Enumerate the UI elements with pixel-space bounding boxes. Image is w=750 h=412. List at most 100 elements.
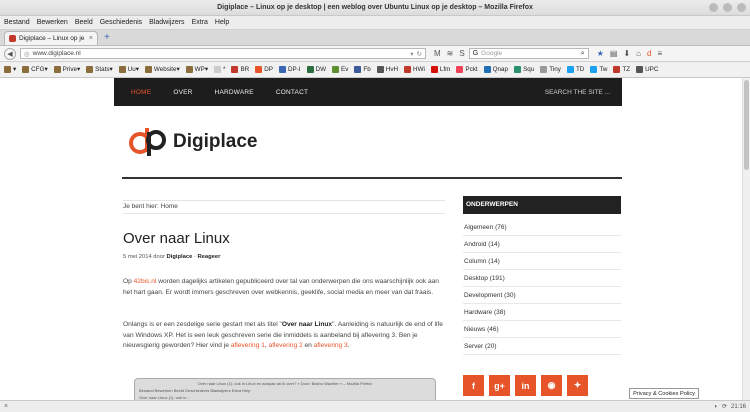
- nav-contact[interactable]: CONTACT: [276, 89, 308, 96]
- bookmark-item[interactable]: Tw: [590, 66, 607, 73]
- sidebar-category-link[interactable]: Android (14): [464, 241, 622, 248]
- bookmark-item[interactable]: Fb: [354, 66, 371, 73]
- new-tab-button[interactable]: +: [101, 31, 113, 45]
- nav-over[interactable]: OVER: [173, 89, 192, 96]
- sidebar-category-link[interactable]: Hardware (38): [464, 309, 622, 316]
- back-icon[interactable]: ◀: [4, 47, 16, 60]
- google-plus-icon[interactable]: g+: [489, 375, 510, 396]
- bookmark-item[interactable]: ▾: [4, 66, 16, 73]
- link-aflevering-1[interactable]: aflevering 1: [231, 342, 265, 349]
- digiplace-icon[interactable]: d: [647, 49, 651, 58]
- close-findbar-icon[interactable]: ×: [4, 403, 8, 410]
- link-aflevering-2[interactable]: aflevering 2: [269, 342, 303, 349]
- reload-icon[interactable]: ↻: [417, 50, 422, 58]
- sidebar-title: ONDERWERPEN: [463, 196, 621, 214]
- header-divider: [122, 177, 622, 179]
- scrollbar-thumb[interactable]: [744, 80, 749, 170]
- bookmark-item[interactable]: Uu▾: [118, 66, 139, 73]
- bookmark-icon: [332, 66, 340, 73]
- sidebar-category-link[interactable]: Development (30): [464, 292, 622, 299]
- bookmark-icon: [613, 66, 621, 73]
- rss-icon[interactable]: ◉: [541, 375, 562, 396]
- bookmark-item[interactable]: WP▾: [185, 66, 208, 73]
- maximize-button[interactable]: [723, 3, 732, 12]
- cookie-policy-button[interactable]: Privacy & Cookies Policy: [629, 388, 699, 399]
- bookmark-icon: [53, 66, 61, 73]
- menu-geschiedenis[interactable]: Geschiedenis: [100, 19, 142, 26]
- bookmark-item[interactable]: HvH: [376, 66, 398, 73]
- sidebar-category-link[interactable]: Desktop (191): [464, 275, 622, 282]
- post-title[interactable]: Over naar Linux: [123, 230, 230, 247]
- search-bar[interactable]: G Google ⌕: [468, 48, 589, 59]
- bookmark-label: Lfm: [439, 66, 451, 73]
- site-logo[interactable]: Digiplace: [129, 126, 257, 158]
- gmail-icon[interactable]: M: [434, 49, 441, 58]
- home-icon[interactable]: ⌂: [636, 49, 641, 58]
- bookmark-icon: [566, 66, 574, 73]
- url-bar[interactable]: ◎ www.digiplace.nl ▾ ↻: [20, 48, 426, 59]
- bookmark-item[interactable]: Stats▾: [86, 66, 113, 73]
- bookmarks-menu-icon[interactable]: ▤: [610, 49, 618, 58]
- logo-mark-icon: [129, 128, 166, 156]
- site-search-input[interactable]: SEARCH THE SITE ...: [545, 89, 610, 96]
- menu-help[interactable]: Help: [215, 19, 229, 26]
- post-author[interactable]: Digiplace: [167, 254, 193, 260]
- sidebar-category-link[interactable]: Algemeen (76): [464, 224, 622, 231]
- bookmark-item[interactable]: TZ: [613, 66, 630, 73]
- dropdown-icon[interactable]: ▾: [410, 50, 413, 58]
- linkedin-icon[interactable]: in: [515, 375, 536, 396]
- bookmark-label: Tiny: [549, 66, 561, 73]
- bookmark-item[interactable]: Ev: [332, 66, 348, 73]
- bookmark-item[interactable]: *: [213, 66, 225, 73]
- sidebar-category-link[interactable]: Column (14): [464, 258, 622, 265]
- bookmark-item[interactable]: Prive▾: [53, 66, 80, 73]
- bookmark-icon: [213, 66, 221, 73]
- bookmark-item[interactable]: Tiny: [540, 66, 561, 73]
- close-tab-icon[interactable]: ×: [89, 35, 93, 42]
- bookmark-item[interactable]: CFG▾: [22, 66, 48, 73]
- download-icon[interactable]: ⬇: [623, 49, 630, 58]
- bookmark-item[interactable]: BR: [231, 66, 249, 73]
- bookmark-item[interactable]: Website▾: [144, 66, 180, 73]
- site-navigation: HOME OVER HARDWARE CONTACT SEARCH THE SI…: [114, 78, 622, 106]
- menu-bestand[interactable]: Bestand: [4, 19, 30, 26]
- twitter-icon[interactable]: ✦: [567, 375, 588, 396]
- nav-hardware[interactable]: HARDWARE: [215, 89, 254, 96]
- feed-icon[interactable]: ≋: [447, 49, 454, 58]
- bookmark-item[interactable]: HWi: [404, 66, 425, 73]
- page-scrollbar[interactable]: [742, 78, 750, 400]
- post-reply-link[interactable]: Reageer: [197, 254, 220, 260]
- toolbar-icons: M ≋ S: [434, 49, 465, 58]
- menu-beeld[interactable]: Beeld: [75, 19, 93, 26]
- bookmark-star-icon[interactable]: ★: [597, 49, 604, 58]
- bookmark-item[interactable]: UPC: [636, 66, 658, 73]
- search-icon[interactable]: ⌕: [581, 50, 585, 58]
- bookmark-item[interactable]: Pckt: [456, 66, 478, 73]
- browser-tab[interactable]: Digiplace – Linux op je d... ×: [4, 31, 98, 45]
- link-42bis[interactable]: 42bis.nl: [134, 278, 157, 285]
- bookmark-item[interactable]: DP-I: [278, 66, 301, 73]
- close-window-button[interactable]: [737, 3, 746, 12]
- sidebar-category-link[interactable]: Nieuws (46): [464, 326, 622, 333]
- menu-extra[interactable]: Extra: [192, 19, 208, 26]
- link-aflevering-3[interactable]: aflevering 3: [314, 342, 348, 349]
- bookmark-item[interactable]: TD: [566, 66, 584, 73]
- sidebar-category-link[interactable]: Server (20): [464, 343, 622, 350]
- sync-icon[interactable]: ⟳: [722, 403, 727, 410]
- skype-icon[interactable]: S: [459, 49, 464, 58]
- bookmark-item[interactable]: Lfm: [430, 66, 451, 73]
- bookmark-label: ▾: [13, 66, 17, 73]
- menu-bladwijzers[interactable]: Bladwijzers: [149, 19, 184, 26]
- bookmark-item[interactable]: Qnap: [483, 66, 508, 73]
- bookmark-item[interactable]: Squ: [514, 66, 534, 73]
- menu-icon[interactable]: ≡: [657, 49, 662, 58]
- bookmark-icon: [540, 66, 548, 73]
- breadcrumb: Je bent hier: Home: [123, 200, 445, 214]
- nav-home[interactable]: HOME: [131, 89, 151, 96]
- bookmark-item[interactable]: DW: [306, 66, 326, 73]
- minimize-button[interactable]: [709, 3, 718, 12]
- menu-bewerken[interactable]: Bewerken: [37, 19, 68, 26]
- facebook-icon[interactable]: f: [463, 375, 484, 396]
- addon-icon[interactable]: ◐: [714, 404, 718, 410]
- bookmark-item[interactable]: DP: [255, 66, 273, 73]
